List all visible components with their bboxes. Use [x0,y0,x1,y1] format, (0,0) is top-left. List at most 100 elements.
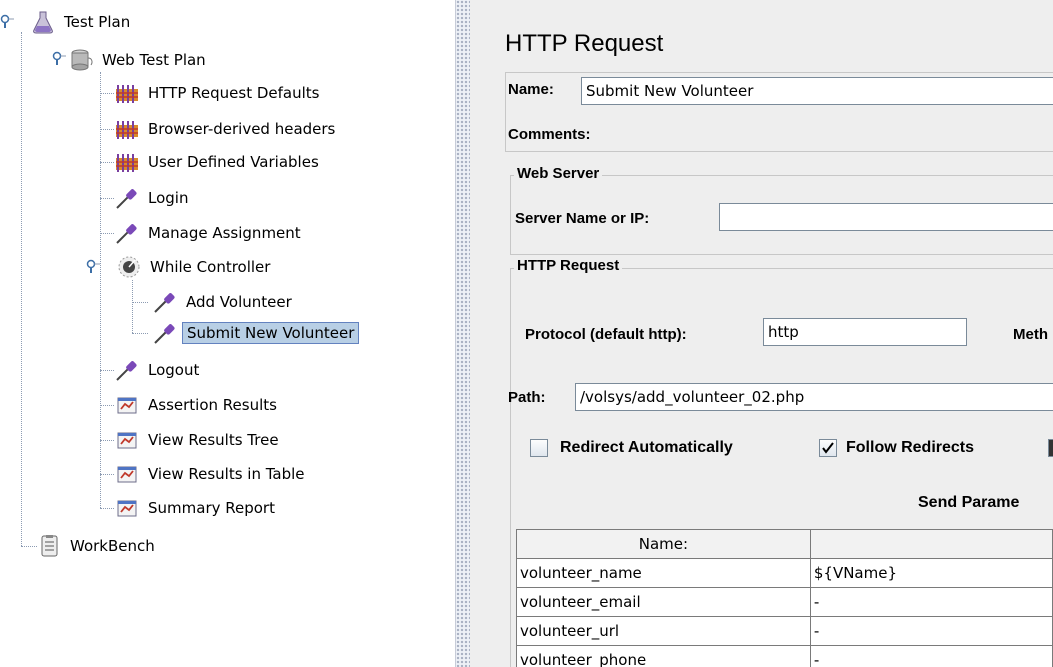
param-value-cell[interactable]: - [809,645,1053,667]
tree-item-label: User Defined Variables [148,153,319,171]
param-value-cell[interactable]: - [809,616,1053,646]
tree-line [100,405,114,406]
split-pane-divider[interactable] [455,0,471,667]
tree-item-workbench[interactable]: WorkBench [36,534,159,558]
tree-item-label: Logout [148,361,200,379]
comments-label: Comments: [508,126,591,143]
path-field[interactable]: /volsys/add_volunteer_02.php [575,383,1053,411]
protocol-field[interactable]: http [763,318,967,346]
server-name-field[interactable] [719,203,1053,231]
param-value-cell[interactable]: - [809,587,1053,617]
listener-icon [117,466,137,483]
name-label: Name: [508,81,554,98]
config-element-icon [116,121,138,139]
column-header-name[interactable]: Name: [516,529,811,559]
tree-item-view-results-tree[interactable]: View Results Tree [114,428,283,452]
tree-item-label: Summary Report [148,499,275,517]
send-parameters-label: Send Parame [918,494,1020,511]
tree-item-add-volunteer[interactable]: Add Volunteer [152,290,296,314]
tree-line [100,93,114,94]
pipette-icon [116,189,137,209]
pipette-icon [116,224,137,244]
tree-item-login[interactable]: Login [114,186,192,210]
redirect-automatically-label: Redirect Automatically [560,439,733,456]
param-name-cell[interactable]: volunteer_email [516,587,811,617]
tree-item-view-results-in-table[interactable]: View Results in Table [114,462,309,486]
tree-line [132,280,133,333]
tree-line [100,72,101,508]
tree-item-label: Browser-derived headers [148,120,336,138]
checkmark-icon [822,442,834,454]
panel-title: HTTP Request [505,30,664,57]
tree-item-label: Manage Assignment [148,224,301,242]
tree-item-label: Submit New Volunteer [182,322,360,344]
thread-group-icon [71,49,93,71]
tree-line [100,129,114,130]
tree-item-assertion-results[interactable]: Assertion Results [114,393,281,417]
test-plan-tree: Test Plan Web Test Plan HTTP Request Def… [0,0,455,667]
protocol-label: Protocol (default http): [525,326,687,343]
http-request-panel: HTTP Request Name: Submit New Volunteer … [470,0,1053,667]
expand-handle-icon[interactable] [86,259,100,273]
tree-item-label: HTTP Request Defaults [148,84,320,102]
listener-icon [117,397,137,414]
tree-line [100,474,114,475]
param-value-cell[interactable]: ${VName} [809,558,1053,588]
column-header-value[interactable] [809,529,1053,559]
tree-line [100,370,114,371]
config-element-icon [116,154,138,172]
use-keepalive-checkbox[interactable] [1048,439,1053,457]
follow-redirects-checkbox[interactable] [819,439,837,457]
tree-line [21,32,22,546]
config-element-icon [116,85,138,103]
tree-line [21,546,37,547]
param-name-cell[interactable]: volunteer_url [516,616,811,646]
expand-handle-icon[interactable] [52,51,66,65]
tree-line [100,233,114,234]
name-field[interactable]: Submit New Volunteer [581,77,1053,105]
table-row[interactable]: volunteer_email - [516,587,1053,617]
tree-item-user-defined-variables[interactable]: User Defined Variables [114,150,323,174]
tree-item-logout[interactable]: Logout [114,358,203,382]
http-request-legend: HTTP Request [514,257,623,274]
tree-item-label: Assertion Results [148,396,277,414]
tree-item-label: WorkBench [70,537,155,555]
tree-item-label: Add Volunteer [186,293,292,311]
tree-item-test-plan[interactable]: Test Plan [30,10,134,34]
table-header-row: Name: [516,529,1053,559]
tree-item-label: View Results Tree [148,431,279,449]
param-name-cell[interactable]: volunteer_name [516,558,811,588]
table-row[interactable]: volunteer_phone - [516,645,1053,667]
tree-item-web-test-plan[interactable]: Web Test Plan [68,48,210,72]
tree-item-manage-assignment[interactable]: Manage Assignment [114,221,305,245]
method-label: Meth [1013,326,1048,343]
expand-handle-icon[interactable] [0,14,14,28]
controller-icon [118,256,140,278]
listener-icon [117,432,137,449]
table-row[interactable]: volunteer_url - [516,616,1053,646]
tree-item-label: Test Plan [64,13,131,31]
path-label: Path: [508,389,546,406]
web-server-legend: Web Server [514,165,603,182]
listener-icon [117,500,137,517]
tree-item-label: Web Test Plan [102,51,206,69]
pipette-icon [116,361,137,381]
tree-item-summary-report[interactable]: Summary Report [114,496,279,520]
flask-icon [33,11,53,34]
tree-line [100,508,114,509]
tree-item-label: While Controller [150,258,271,276]
table-row[interactable]: volunteer_name ${VName} [516,558,1053,588]
parameters-table: Name: volunteer_name ${VName} volunteer_… [516,529,1053,667]
tree-item-while-controller[interactable]: While Controller [116,255,274,279]
tree-line [100,440,114,441]
server-name-label: Server Name or IP: [515,210,650,227]
tree-line [132,333,148,334]
tree-item-submit-new-volunteer[interactable]: Submit New Volunteer [152,321,360,345]
tree-line [100,162,114,163]
tree-item-http-request-defaults[interactable]: HTTP Request Defaults [114,81,323,105]
tree-item-browser-derived-headers[interactable]: Browser-derived headers [114,117,339,141]
pipette-icon [154,293,175,313]
redirect-automatically-checkbox[interactable] [530,439,548,457]
param-name-cell[interactable]: volunteer_phone [516,645,811,667]
workbench-icon [41,535,58,557]
